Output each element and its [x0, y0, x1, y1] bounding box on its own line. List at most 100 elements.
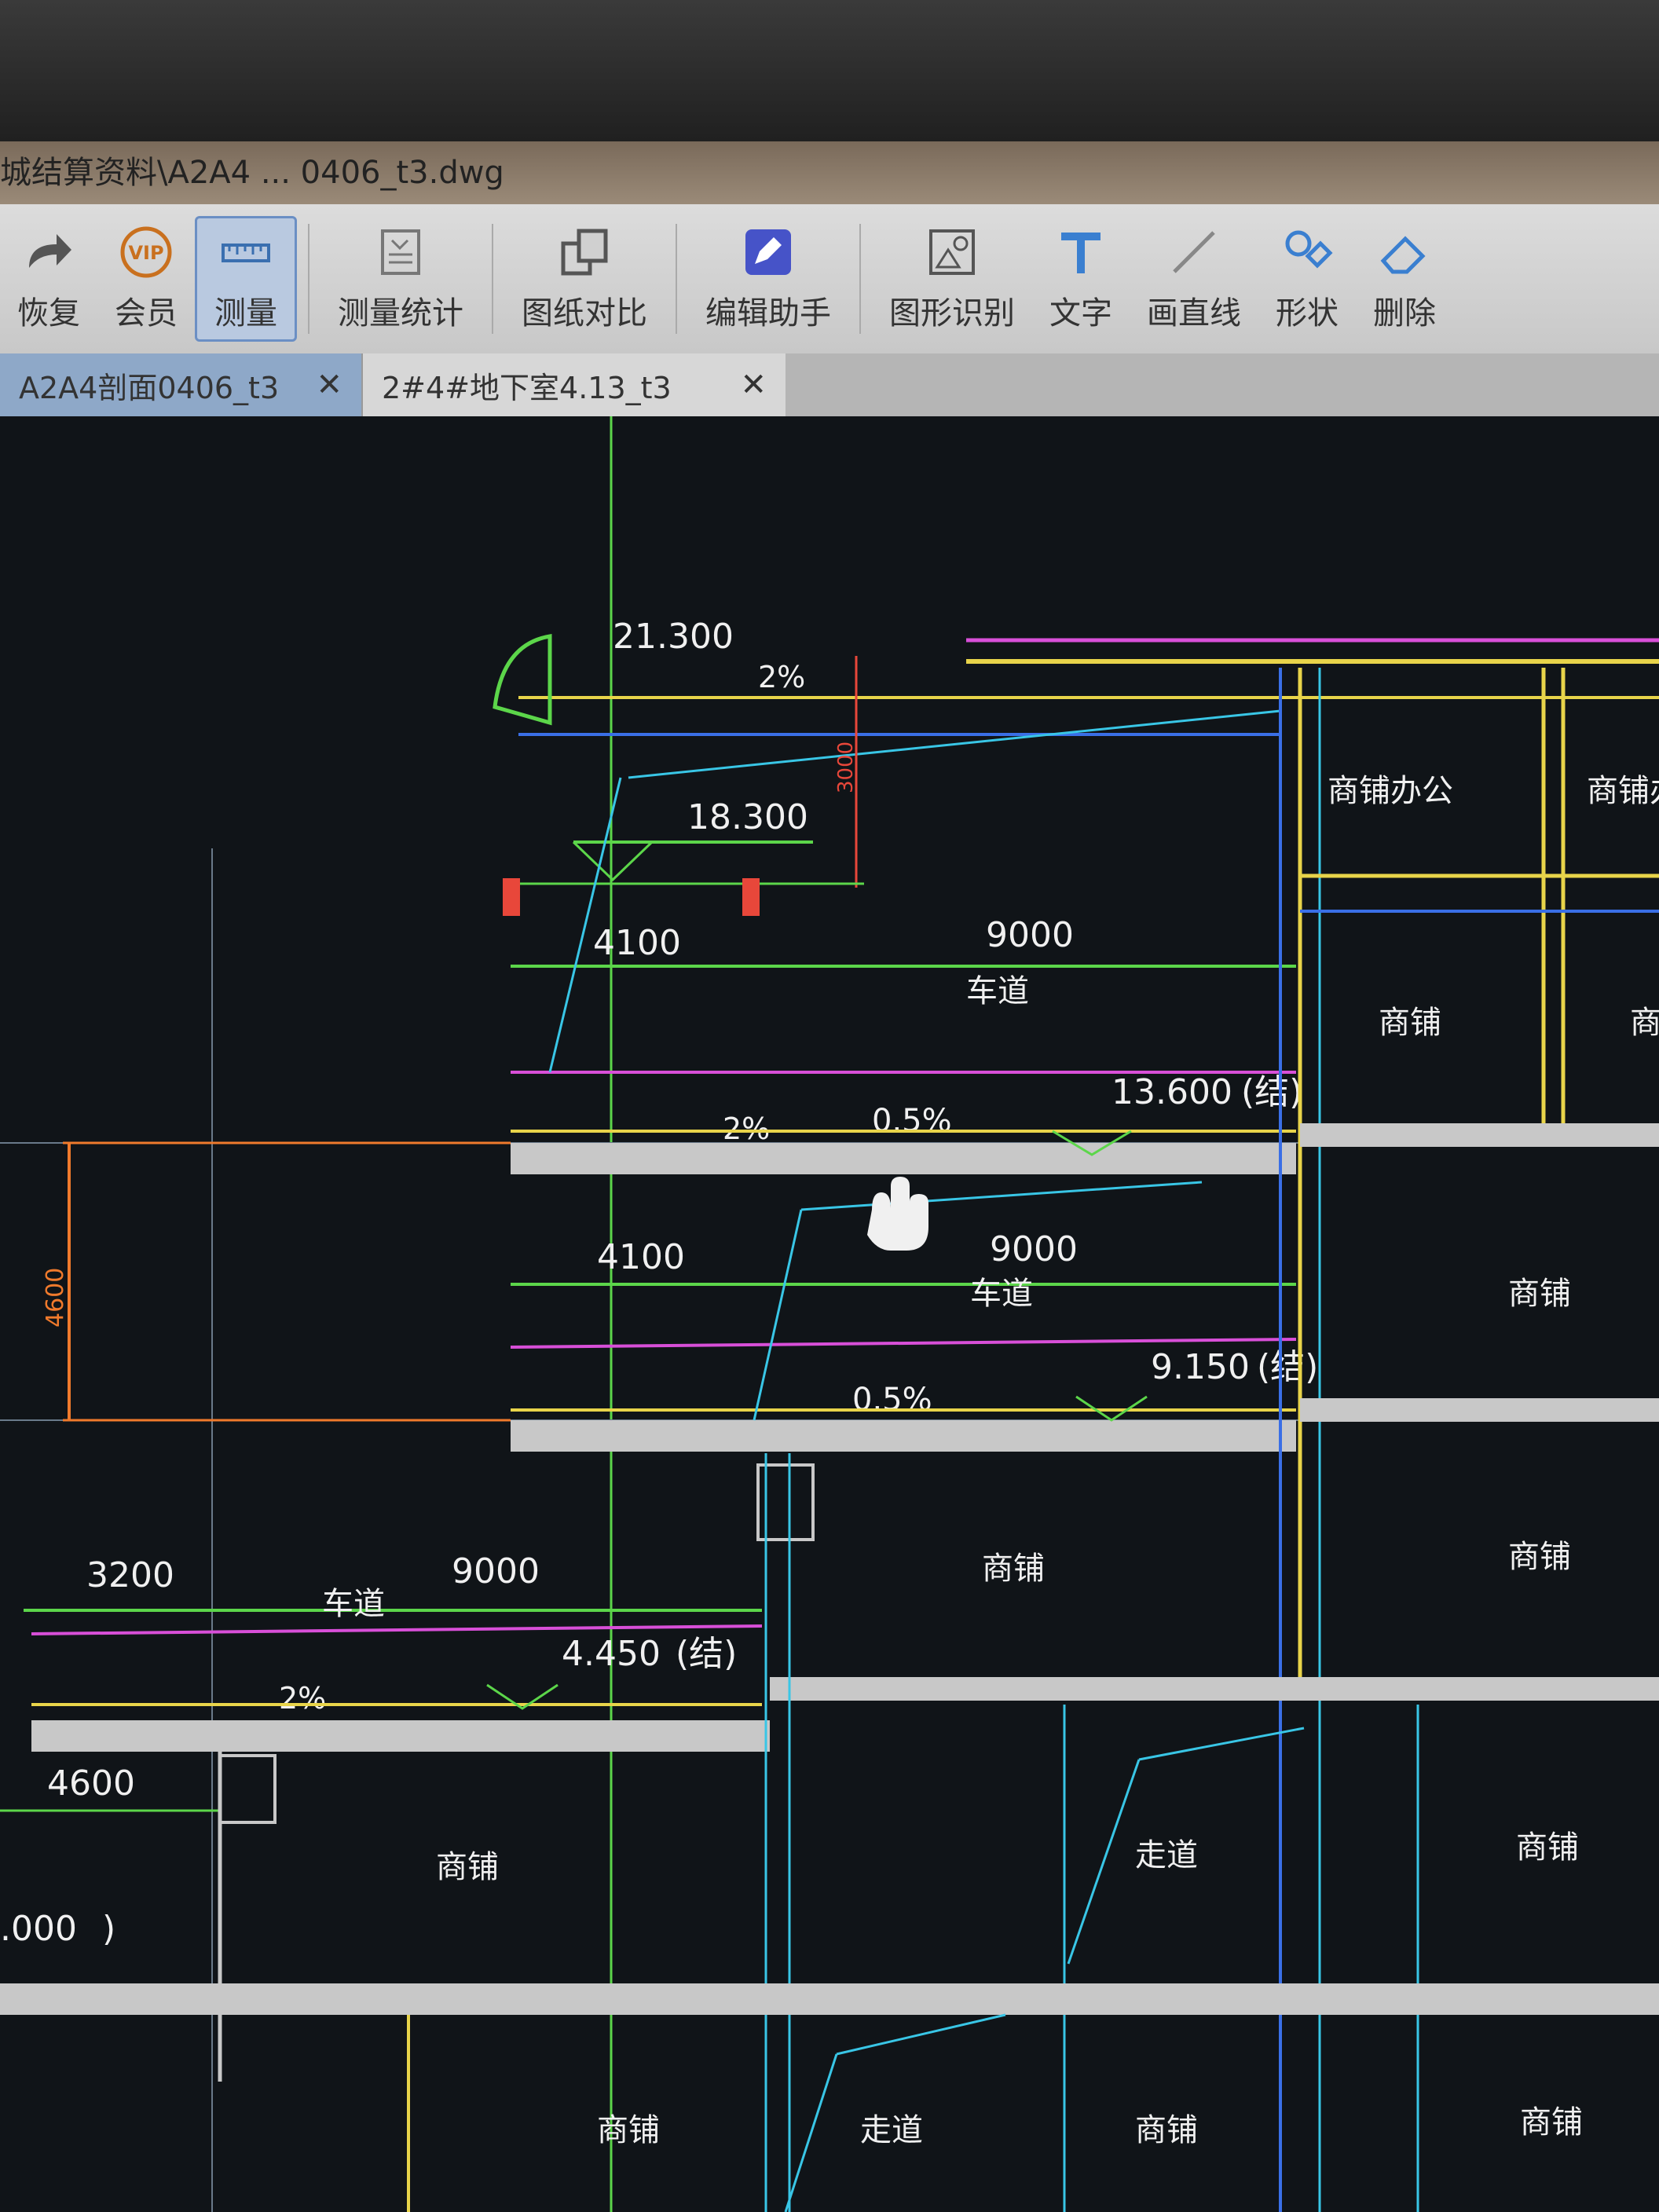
shop-label: 商铺 — [982, 1551, 1045, 1587]
dim-9000: 9000 — [990, 1229, 1078, 1269]
measure-button[interactable]: 测量 — [195, 216, 297, 342]
measure-stats-button[interactable]: 测量统计 — [320, 216, 481, 342]
toolbar-divider — [308, 224, 309, 334]
struct-mark: (结) — [1241, 1072, 1302, 1112]
elevation-cut: .000 — [0, 1909, 77, 1949]
edit-assistant-button[interactable]: 编辑助手 — [688, 216, 848, 342]
shop-office-label: 商铺办公 — [1328, 773, 1453, 809]
elevation-9150: 9.150 — [1151, 1347, 1250, 1387]
document-tabs: A2A4剖面0406_t3 ✕ 2#4#地下室4.13_t3 ✕ — [0, 353, 1659, 416]
vip-icon: VIP — [119, 225, 174, 280]
hand-cursor-icon — [867, 1177, 928, 1251]
cad-drawing: 3000 21.300 2% 18.300 4100 9000 车道 13.60… — [0, 416, 1659, 2212]
shop-label: 商铺 — [1508, 1539, 1571, 1575]
ramp-line — [1067, 1759, 1141, 1965]
edit-assistant-icon — [741, 225, 796, 280]
ramp-line — [628, 709, 1281, 779]
paren-cut: ) — [102, 1909, 115, 1949]
elevation-13600: 13.600 — [1111, 1072, 1232, 1112]
shape-button[interactable]: 形状 — [1258, 216, 1356, 342]
toolbar-divider — [859, 224, 861, 334]
shop-label: 商铺 — [1516, 1829, 1579, 1866]
shop-label: 商铺 — [1520, 2104, 1583, 2141]
slope-05pct: 0.5% — [852, 1382, 932, 1418]
delete-button[interactable]: 删除 — [1356, 216, 1453, 342]
corridor-label: 走道 — [860, 2112, 923, 2148]
column-box — [218, 1754, 276, 1824]
lane-label: 车道 — [322, 1586, 385, 1622]
dim-4100: 4100 — [597, 1237, 685, 1277]
elevation-4450: 4.450 — [562, 1634, 661, 1674]
slope-roof: 2% — [758, 660, 805, 694]
shape-recognition-button[interactable]: 图形识别 — [872, 216, 1032, 342]
measure-stats-label: 测量统计 — [338, 295, 463, 331]
delete-label: 删除 — [1373, 295, 1436, 331]
shape-label: 形状 — [1276, 295, 1339, 331]
close-icon[interactable]: ✕ — [316, 367, 342, 403]
drawing-canvas[interactable]: 3000 21.300 2% 18.300 4100 9000 车道 13.60… — [0, 416, 1659, 2212]
text-label: 文字 — [1049, 295, 1112, 331]
shop-office-label-cut: 商铺办 — [1587, 773, 1659, 809]
shop-label: 商铺 — [436, 1849, 499, 1885]
tab-a2a4-section[interactable]: A2A4剖面0406_t3 ✕ — [0, 353, 361, 416]
lane-label: 车道 — [966, 973, 1029, 1009]
compare-icon — [557, 225, 612, 280]
shop-label: 商铺 — [1508, 1276, 1571, 1312]
vip-button[interactable]: VIP 会员 — [97, 216, 195, 342]
floor-slab — [0, 1983, 1659, 2015]
shop-label: 商铺 — [597, 2112, 660, 2148]
corridor-label: 走道 — [1135, 1837, 1198, 1873]
parapet — [493, 634, 552, 726]
shop-label: 商铺 — [1135, 2112, 1198, 2148]
floor-slab — [31, 1720, 770, 1752]
dim-4600: 4600 — [47, 1763, 135, 1804]
shop-label: 商铺 — [1379, 1005, 1441, 1041]
eraser-icon — [1377, 225, 1432, 280]
lane-label: 车道 — [970, 1276, 1033, 1312]
floor-slab — [770, 1677, 1659, 1701]
window-title: 城结算资料\A2A4 ... 0406_t3.dwg — [0, 141, 1659, 204]
text-button[interactable]: 文字 — [1032, 216, 1130, 342]
toolbar: 恢复 VIP 会员 测量 测量统计 图纸对比 编辑助手 图形识别 文字 画直线 … — [0, 204, 1659, 353]
ramp-line — [753, 1209, 803, 1421]
column-section — [742, 878, 760, 916]
tab-label: 2#4#地下室4.13_t3 — [382, 370, 672, 405]
shape-recognition-icon — [925, 225, 980, 280]
dim-3200: 3200 — [86, 1555, 174, 1595]
floor-slab — [1300, 1398, 1659, 1422]
close-icon[interactable]: ✕ — [740, 367, 767, 403]
redo-button[interactable]: 恢复 — [0, 216, 97, 342]
elevation-18300: 18.300 — [687, 797, 808, 837]
measure-stats-icon — [373, 225, 428, 280]
toolbar-divider — [492, 224, 493, 334]
tab-basement[interactable]: 2#4#地下室4.13_t3 ✕ — [361, 353, 786, 416]
slope-2pct: 2% — [279, 1681, 326, 1716]
elevation-marker — [572, 840, 654, 882]
redo-label: 恢复 — [17, 295, 80, 331]
shop-label-cut: 商 — [1630, 1005, 1659, 1041]
floor-slab — [511, 1420, 1296, 1452]
toolbar-divider — [676, 224, 677, 334]
dim-9000: 9000 — [452, 1551, 540, 1591]
tab-label: A2A4剖面0406_t3 — [19, 370, 280, 405]
ramp-line — [800, 1181, 1203, 1211]
ramp-line — [784, 2053, 838, 2212]
floor-slab — [511, 1143, 1296, 1174]
line-icon — [1166, 225, 1221, 280]
elevation-21300: 21.300 — [613, 617, 734, 657]
edit-assistant-label: 编辑助手 — [705, 295, 831, 331]
window-title-text: 城结算资料\A2A4 ... 0406_t3.dwg — [0, 155, 504, 191]
level-line — [31, 1624, 763, 1635]
ramp-line — [836, 2013, 1006, 2056]
compare-button[interactable]: 图纸对比 — [504, 216, 665, 342]
redo-icon — [21, 225, 76, 280]
line-button[interactable]: 画直线 — [1130, 216, 1258, 342]
floor-slab — [1300, 1123, 1659, 1147]
shape-icon — [1280, 225, 1335, 280]
slope-05pct: 0.5% — [872, 1103, 952, 1139]
text-icon — [1053, 225, 1108, 280]
monitor-bezel — [0, 0, 1659, 141]
shape-recognition-label: 图形识别 — [889, 295, 1015, 331]
ruler-icon — [218, 225, 273, 280]
svg-text:VIP: VIP — [128, 242, 163, 264]
